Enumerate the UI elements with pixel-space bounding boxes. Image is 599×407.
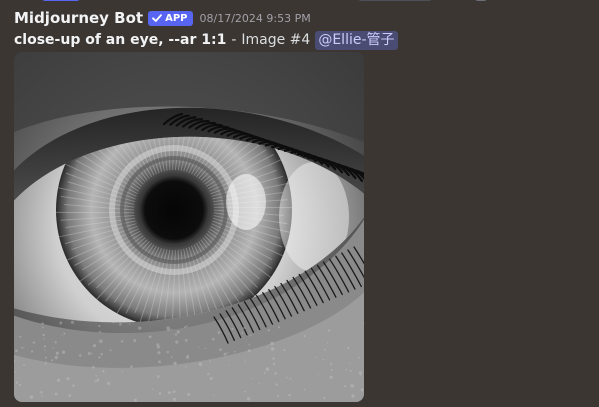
eye-image — [14, 52, 364, 402]
previous-message-button-fragment[interactable] — [358, 0, 432, 1]
image-attachment[interactable] — [14, 52, 364, 402]
previous-message-button-fragment[interactable] — [42, 0, 80, 1]
app-badge: APP — [148, 10, 193, 26]
message-header: Midjourney Bot APP 08/17/2024 9:53 PM — [14, 8, 311, 28]
message-timestamp[interactable]: 08/17/2024 9:53 PM — [200, 12, 311, 25]
checkmark-icon — [152, 14, 162, 22]
message-content: close-up of an eye, --ar 1:1 - Image #4 … — [14, 30, 398, 50]
previous-message-reaction-fragment[interactable] — [474, 0, 488, 1]
image-label: Image #4 — [241, 32, 311, 48]
app-badge-label: APP — [165, 12, 188, 24]
user-mention[interactable]: @Ellie-管子 — [315, 30, 398, 50]
prompt-text: close-up of an eye, --ar 1:1 — [14, 32, 227, 48]
separator-text: - — [231, 32, 237, 48]
message: Midjourney Bot APP 08/17/2024 9:53 PM cl… — [0, 0, 599, 407]
author-username[interactable]: Midjourney Bot — [14, 9, 143, 27]
